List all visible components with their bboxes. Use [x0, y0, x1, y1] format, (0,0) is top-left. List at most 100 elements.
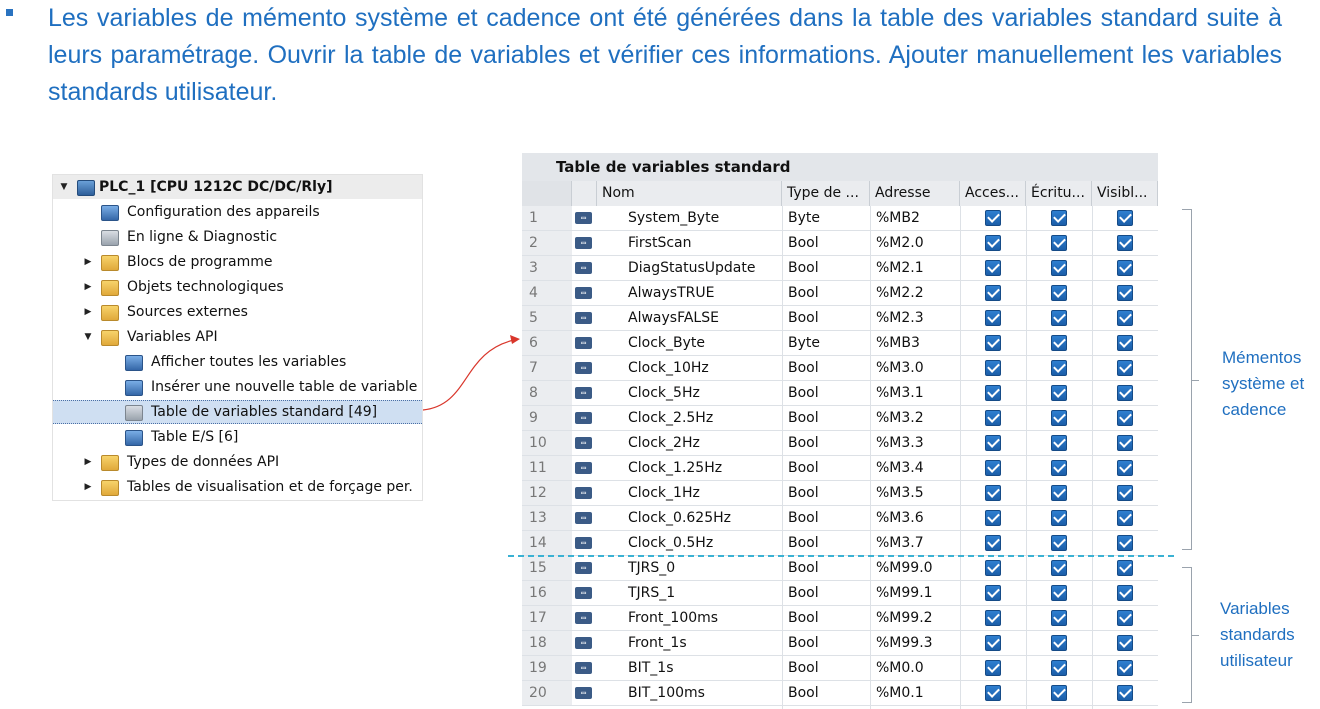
checkbox-accessible[interactable] [985, 410, 1001, 426]
cell-address[interactable]: %M99.3 [876, 631, 933, 655]
checkbox-ecriture[interactable] [1051, 210, 1067, 226]
cell-name[interactable]: AlwaysTRUE [628, 281, 714, 305]
cell-type[interactable]: Bool [788, 631, 819, 655]
cell-address[interactable]: %M3.2 [876, 406, 924, 430]
cell-name[interactable]: TJRS_0 [628, 556, 675, 580]
cell-name[interactable]: Clock_1Hz [628, 481, 700, 505]
checkbox-accessible[interactable] [985, 235, 1001, 251]
checkbox-visible[interactable] [1117, 635, 1133, 651]
cell-type[interactable]: Bool [788, 306, 819, 330]
checkbox-ecriture[interactable] [1051, 585, 1067, 601]
cell-address[interactable]: %M3.4 [876, 456, 924, 480]
cell-name[interactable]: BIT_1s [628, 656, 674, 680]
checkbox-accessible[interactable] [985, 685, 1001, 701]
checkbox-ecriture[interactable] [1051, 235, 1067, 251]
cell-name[interactable]: TJRS_1 [628, 581, 675, 605]
cell-type[interactable]: Bool [788, 506, 819, 530]
cell-type[interactable]: Bool [788, 606, 819, 630]
cell-type[interactable]: Bool [788, 556, 819, 580]
cell-address[interactable]: %M2.3 [876, 306, 924, 330]
cell-type[interactable]: Bool [788, 456, 819, 480]
checkbox-accessible[interactable] [985, 485, 1001, 501]
checkbox-visible[interactable] [1117, 485, 1133, 501]
checkbox-accessible[interactable] [985, 360, 1001, 376]
cell-type[interactable]: Bool [788, 356, 819, 380]
cell-address[interactable]: %M2.1 [876, 256, 924, 280]
cell-name[interactable]: AlwaysFALSE [628, 306, 719, 330]
table-row[interactable]: 11 ▭ Clock_1.25Hz Bool %M3.4 [522, 456, 1158, 481]
checkbox-accessible[interactable] [985, 510, 1001, 526]
header-nom[interactable]: Nom [597, 181, 782, 206]
table-row[interactable]: 9 ▭ Clock_2.5Hz Bool %M3.2 [522, 406, 1158, 431]
table-row[interactable]: 1 ▭ System_Byte Byte %MB2 [522, 206, 1158, 231]
checkbox-ecriture[interactable] [1051, 660, 1067, 676]
checkbox-ecriture[interactable] [1051, 310, 1067, 326]
cell-address[interactable]: %M0.1 [876, 681, 924, 705]
checkbox-ecriture[interactable] [1051, 260, 1067, 276]
cell-address[interactable]: %M99.0 [876, 556, 933, 580]
cell-type[interactable]: Bool [788, 531, 819, 555]
checkbox-accessible[interactable] [985, 310, 1001, 326]
cell-name[interactable]: Clock_0.625Hz [628, 506, 731, 530]
cell-name[interactable]: DiagStatusUpdate [628, 256, 755, 280]
header-ecriture[interactable]: Écritu... [1026, 181, 1092, 206]
checkbox-visible[interactable] [1117, 535, 1133, 551]
checkbox-ecriture[interactable] [1051, 535, 1067, 551]
cell-address[interactable]: %M3.0 [876, 356, 924, 380]
checkbox-visible[interactable] [1117, 335, 1133, 351]
checkbox-accessible[interactable] [985, 460, 1001, 476]
table-row[interactable]: 17 ▭ Front_100ms Bool %M99.2 [522, 606, 1158, 631]
cell-name[interactable]: Clock_10Hz [628, 356, 709, 380]
checkbox-ecriture[interactable] [1051, 685, 1067, 701]
cell-type[interactable]: Bool [788, 681, 819, 705]
checkbox-ecriture[interactable] [1051, 610, 1067, 626]
cell-name[interactable]: Clock_5Hz [628, 381, 700, 405]
table-row[interactable]: 2 ▭ FirstScan Bool %M2.0 [522, 231, 1158, 256]
checkbox-ecriture[interactable] [1051, 560, 1067, 576]
cell-address[interactable]: %M3.5 [876, 481, 924, 505]
cell-name[interactable]: FirstScan [628, 231, 692, 255]
checkbox-visible[interactable] [1117, 610, 1133, 626]
cell-name[interactable]: System_Byte [628, 206, 719, 230]
checkbox-accessible[interactable] [985, 660, 1001, 676]
table-row[interactable]: 6 ▭ Clock_Byte Byte %MB3 [522, 331, 1158, 356]
checkbox-ecriture[interactable] [1051, 485, 1067, 501]
cell-type[interactable]: Bool [788, 231, 819, 255]
table-row[interactable]: 5 ▭ AlwaysFALSE Bool %M2.3 [522, 306, 1158, 331]
checkbox-accessible[interactable] [985, 560, 1001, 576]
cell-name[interactable]: Clock_0.5Hz [628, 531, 713, 555]
cell-address[interactable]: %MB2 [876, 206, 920, 230]
cell-type[interactable]: Bool [788, 656, 819, 680]
checkbox-visible[interactable] [1117, 310, 1133, 326]
table-row[interactable]: 16 ▭ TJRS_1 Bool %M99.1 [522, 581, 1158, 606]
cell-address[interactable]: %M3.3 [876, 431, 924, 455]
checkbox-ecriture[interactable] [1051, 435, 1067, 451]
checkbox-visible[interactable] [1117, 410, 1133, 426]
cell-address[interactable]: %M99.1 [876, 581, 933, 605]
checkbox-accessible[interactable] [985, 585, 1001, 601]
cell-type[interactable]: Byte [788, 331, 820, 355]
checkbox-accessible[interactable] [985, 285, 1001, 301]
cell-name[interactable]: Clock_2Hz [628, 431, 700, 455]
cell-address[interactable]: %M99.2 [876, 606, 933, 630]
checkbox-visible[interactable] [1117, 435, 1133, 451]
checkbox-visible[interactable] [1117, 235, 1133, 251]
checkbox-ecriture[interactable] [1051, 635, 1067, 651]
checkbox-visible[interactable] [1117, 360, 1133, 376]
header-type[interactable]: Type de ... [782, 181, 870, 206]
checkbox-visible[interactable] [1117, 685, 1133, 701]
cell-type[interactable]: Bool [788, 381, 819, 405]
checkbox-accessible[interactable] [985, 610, 1001, 626]
checkbox-ecriture[interactable] [1051, 360, 1067, 376]
table-row[interactable]: 18 ▭ Front_1s Bool %M99.3 [522, 631, 1158, 656]
checkbox-visible[interactable] [1117, 285, 1133, 301]
table-row[interactable]: 13 ▭ Clock_0.625Hz Bool %M3.6 [522, 506, 1158, 531]
table-row[interactable]: 8 ▭ Clock_5Hz Bool %M3.1 [522, 381, 1158, 406]
cell-address[interactable]: %M3.1 [876, 381, 924, 405]
checkbox-accessible[interactable] [985, 635, 1001, 651]
cell-type[interactable]: Byte [788, 206, 820, 230]
checkbox-accessible[interactable] [985, 210, 1001, 226]
header-visible[interactable]: Visibl... [1092, 181, 1158, 206]
table-row[interactable]: 7 ▭ Clock_10Hz Bool %M3.0 [522, 356, 1158, 381]
table-row[interactable]: 14 ▭ Clock_0.5Hz Bool %M3.7 [522, 531, 1158, 556]
